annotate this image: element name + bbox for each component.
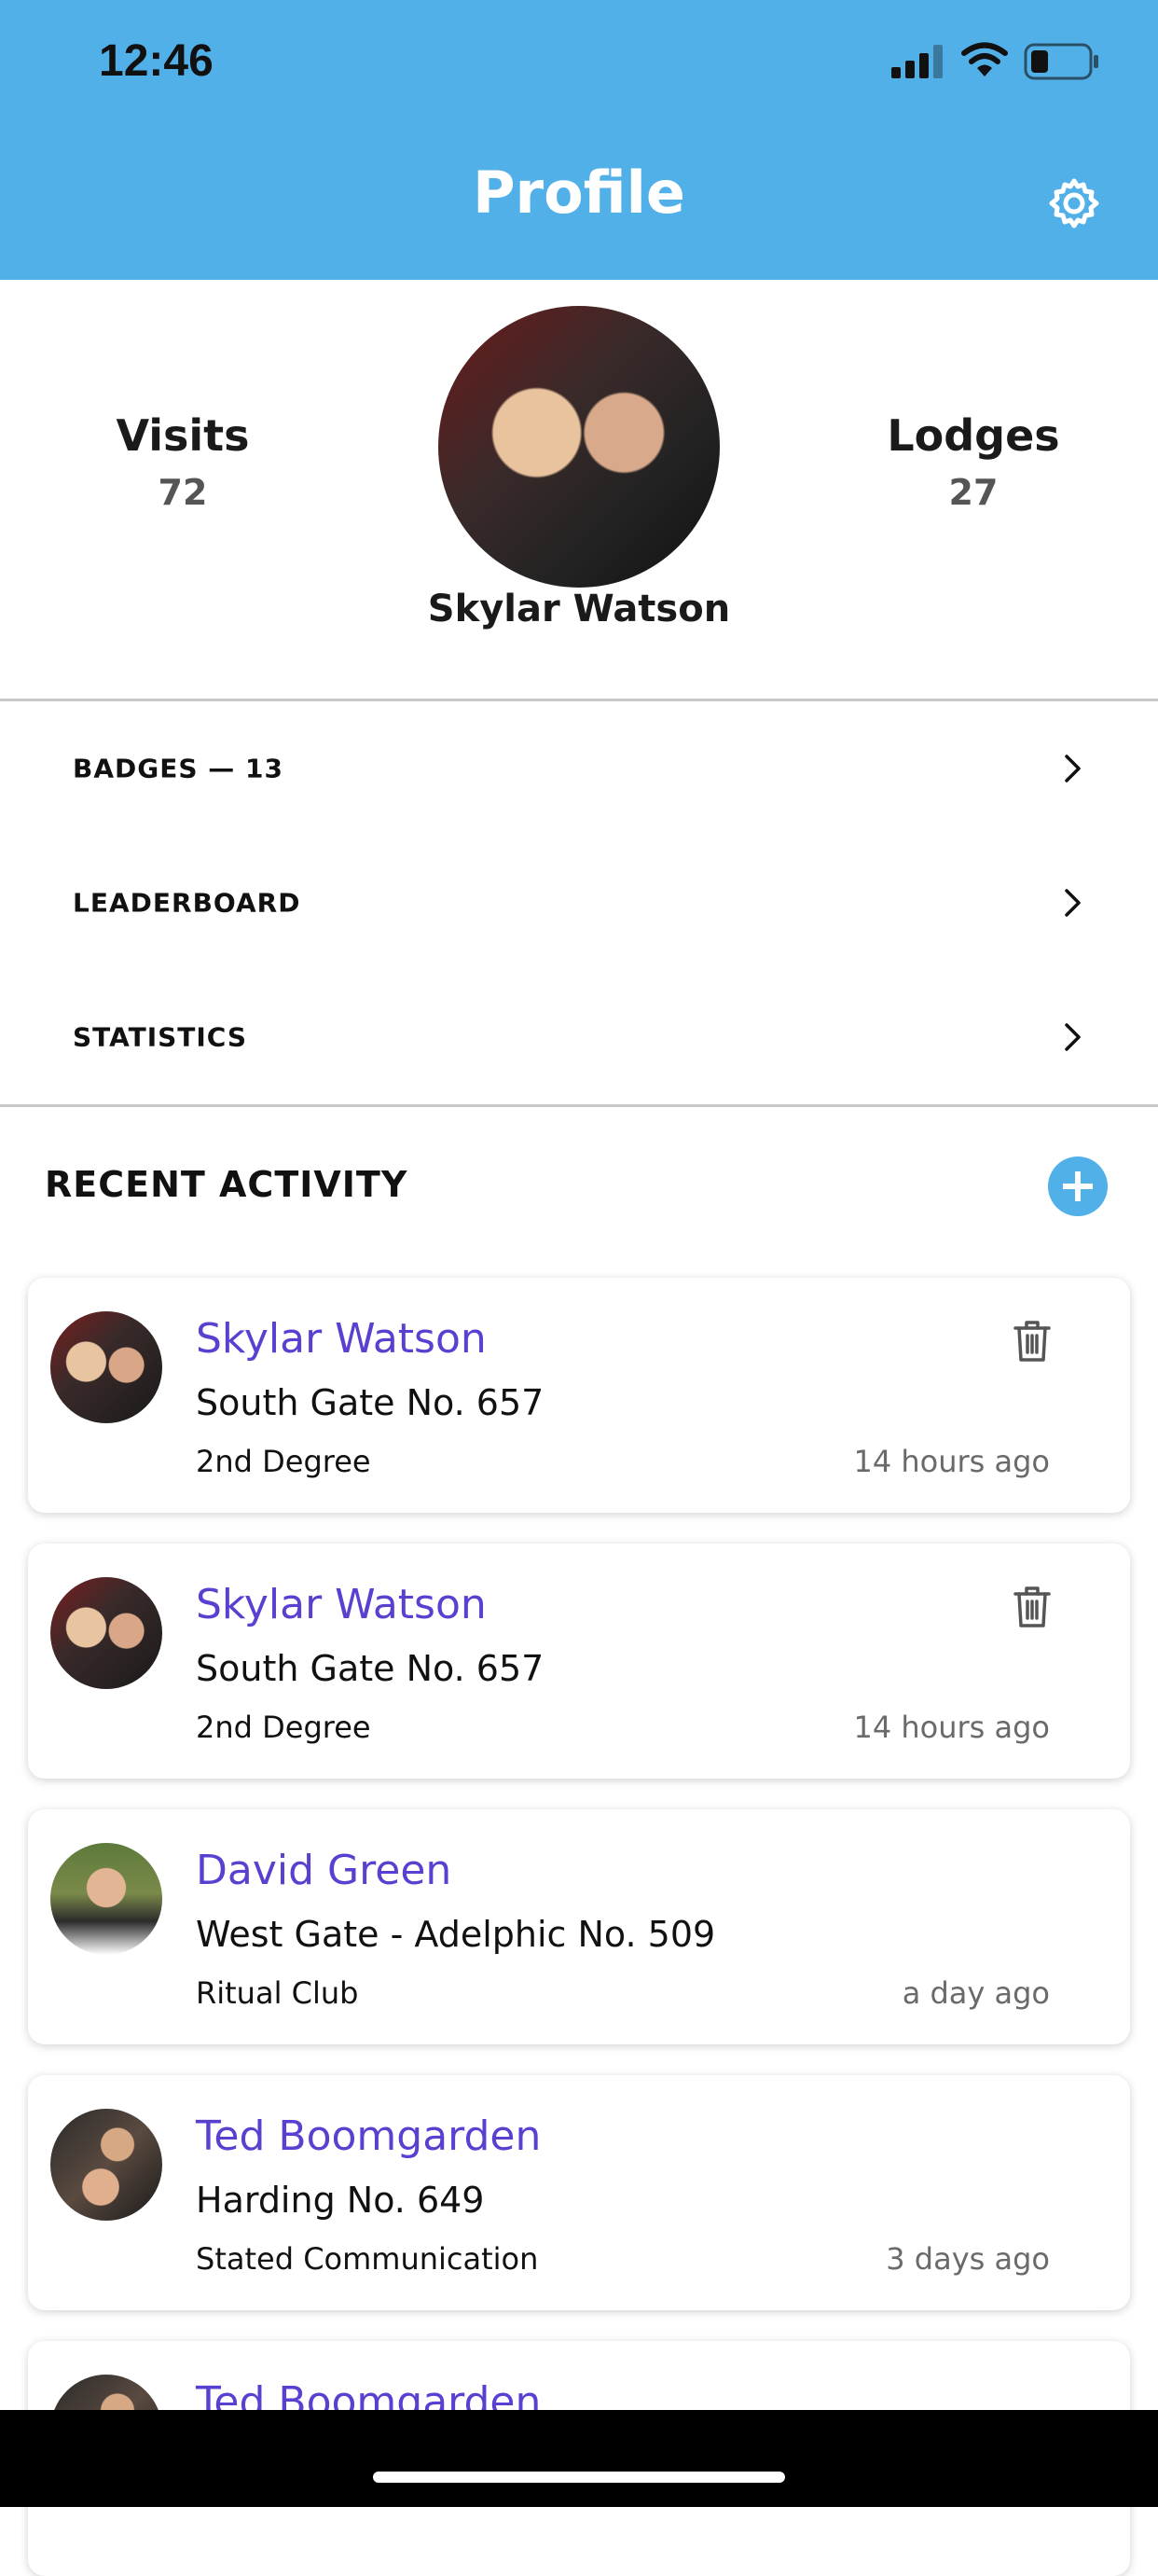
activity-lodge: South Gate No. 657 [196,1648,545,1689]
visits-value: 72 [158,472,208,513]
activity-card[interactable]: Ted Boomgarden Harding No. 649 Stated Co… [28,2075,1130,2310]
visits-label: Visits [116,410,250,461]
gear-icon[interactable] [1048,177,1100,229]
activity-user-name[interactable]: Skylar Watson [196,1581,487,1628]
profile-name: Skylar Watson [427,588,731,630]
status-bar: 12:46 [0,0,1158,131]
wifi-icon [961,42,1008,76]
trash-icon[interactable] [1013,1319,1052,1364]
activity-time: 14 hours ago [853,1444,1050,1479]
battery-icon [1024,43,1098,80]
activity-type: 2nd Degree [196,1444,371,1479]
menu-item-label: LEADERBOARD [73,887,301,919]
trash-icon[interactable] [1013,1585,1052,1629]
recent-activity-title: RECENT ACTIVITY [45,1164,408,1205]
activity-lodge: South Gate No. 657 [196,1382,545,1423]
lodges-label: Lodges [887,410,1060,461]
avatar [50,1311,162,1423]
home-indicator-bar [0,2410,1158,2507]
visits-stat: Visits 72 [43,410,323,513]
menu-item-leaderboard[interactable]: LEADERBOARD [0,836,1158,970]
activity-time: a day ago [902,1975,1050,2011]
activity-user-name[interactable]: Ted Boomgarden [196,2112,541,2160]
avatar [50,2109,162,2221]
page-title: Profile [473,159,685,227]
menu-item-label: STATISTICS [73,1021,248,1053]
activity-type: Stated Communication [196,2241,539,2277]
activity-card[interactable]: David Green West Gate - Adelphic No. 509… [28,1809,1130,2044]
activity-user-name[interactable]: Skylar Watson [196,1315,487,1363]
activity-lodge: West Gate - Adelphic No. 509 [196,1914,716,1955]
activity-card[interactable]: Skylar Watson South Gate No. 657 2nd Deg… [28,1278,1130,1513]
lodges-value: 27 [948,472,999,513]
activity-time: 3 days ago [886,2241,1050,2277]
cellular-signal-icon [891,45,943,78]
menu-item-label: BADGES — 13 [73,753,283,784]
chevron-right-icon [1065,755,1081,782]
status-time: 12:46 [99,36,214,86]
menu-item-statistics[interactable]: STATISTICS [0,970,1158,1104]
avatar [50,1843,162,1955]
chevron-right-icon [1065,889,1081,917]
add-activity-button[interactable] [1048,1156,1108,1216]
activity-time: 14 hours ago [853,1710,1050,1745]
lodges-stat: Lodges 27 [834,410,1113,513]
home-indicator[interactable] [373,2472,785,2483]
avatar [50,1577,162,1689]
activity-card[interactable]: Skylar Watson South Gate No. 657 2nd Deg… [28,1544,1130,1779]
activity-user-name[interactable]: David Green [196,1847,451,1894]
chevron-right-icon [1065,1023,1081,1051]
app-header: 12:46 Profile [0,0,1158,280]
profile-avatar[interactable] [438,306,720,588]
activity-type: Ritual Club [196,1975,359,2011]
menu-item-badges[interactable]: BADGES — 13 [0,701,1158,836]
divider [0,1104,1158,1107]
activity-lodge: Harding No. 649 [196,2180,485,2221]
activity-type: 2nd Degree [196,1710,371,1745]
